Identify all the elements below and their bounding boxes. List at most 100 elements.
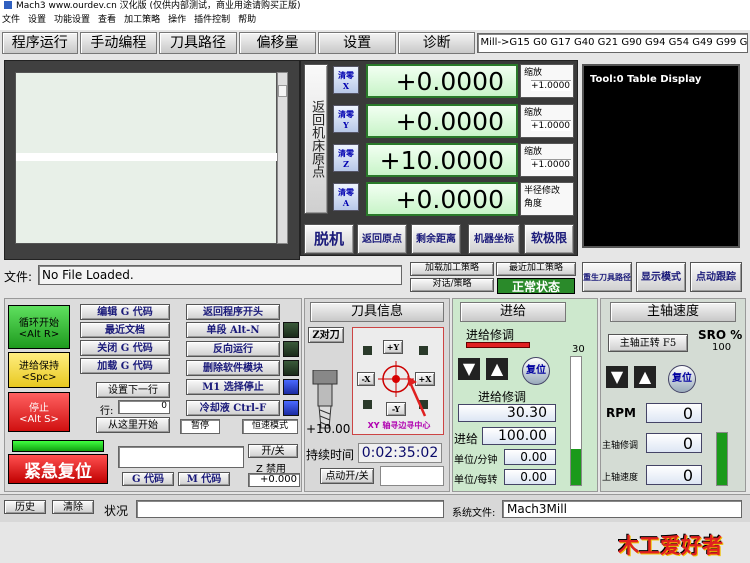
scroll-thumb[interactable] xyxy=(278,85,287,97)
feed-slider-fill xyxy=(571,449,581,485)
conversational-button[interactable]: 对话/策略 xyxy=(410,278,494,292)
spindle-override-value[interactable]: 0 xyxy=(646,433,702,453)
dro-y[interactable]: +0.0000 xyxy=(366,104,518,138)
recent-file-button[interactable]: 最近文档 xyxy=(80,322,170,338)
dro-z[interactable]: +10.0000 xyxy=(366,143,518,177)
feed-override-max: 30 xyxy=(572,344,585,355)
zero-z-button[interactable]: 清零 Z xyxy=(333,144,359,172)
tab-settings[interactable]: 设置 xyxy=(318,32,396,54)
menu-item-file[interactable]: 文件 xyxy=(2,13,20,27)
feed-slider[interactable] xyxy=(570,356,582,486)
menu-item-function-config[interactable]: 功能设置 xyxy=(54,13,90,27)
tab-mdi[interactable]: 手动编程 xyxy=(79,32,158,54)
minus-y-button[interactable]: -Y xyxy=(386,402,406,416)
gcode-scrollbar[interactable] xyxy=(277,72,288,244)
scale-label: 缩放 xyxy=(524,147,543,157)
emergency-reset-button[interactable]: 紧急复位 xyxy=(8,454,108,484)
spindle-speed-value[interactable]: 0 xyxy=(646,465,702,485)
status-label: 状况 xyxy=(104,504,129,518)
tab-toolpath[interactable]: 刀具路径 xyxy=(159,32,237,54)
reverse-run-button[interactable]: 反向运行 xyxy=(186,341,280,357)
line-label: 行: xyxy=(100,406,114,417)
run-from-here-button[interactable]: 从这里开始 xyxy=(96,417,170,433)
close-gcode-button[interactable]: 关闭 G 代码 xyxy=(80,340,170,356)
clear-button[interactable]: 清除 xyxy=(52,500,94,514)
line-number-field[interactable]: 0 xyxy=(118,400,170,414)
feed-down-button[interactable]: ▼ xyxy=(458,358,480,380)
stop-button[interactable]: 停止 <Alt S> xyxy=(8,392,70,432)
tool-display-text: Tool:0 Table Display xyxy=(590,74,702,85)
load-wizards-button[interactable]: 加载加工策略 xyxy=(410,262,494,276)
menu-item-wizards[interactable]: 加工策略 xyxy=(124,13,160,27)
tab-program-run[interactable]: 程序运行 xyxy=(2,32,78,54)
mcodes-button[interactable]: M 代码 xyxy=(178,472,230,486)
scale-z-panel: 缩放 +1.0000 xyxy=(520,143,574,177)
display-mode-button[interactable]: 显示模式 xyxy=(636,262,686,292)
cv-mode-indicator: 恒速模式 xyxy=(242,419,298,434)
spindle-up-button[interactable]: ▲ xyxy=(634,366,656,388)
zero-a-button[interactable]: 清零 A xyxy=(333,183,359,211)
file-label: 文件: xyxy=(4,270,33,284)
block-delete-button[interactable]: 删除软件模块 xyxy=(186,360,280,376)
minus-x-button[interactable]: -X xyxy=(357,372,375,386)
scale-z-value[interactable]: +1.0000 xyxy=(531,159,571,170)
spindle-down-button[interactable]: ▼ xyxy=(606,366,628,388)
arrow-annotation-icon xyxy=(407,376,427,417)
jog-toggle-button[interactable]: 点动开/关 xyxy=(320,468,374,484)
load-gcode-button[interactable]: 加载 G 代码 xyxy=(80,358,170,374)
menu-item-view[interactable]: 查看 xyxy=(98,13,116,27)
feed-hold-button[interactable]: 进给保持 <Spc> xyxy=(8,352,70,388)
reset-led-bar xyxy=(12,440,104,452)
scale-x-panel: 缩放 +1.0000 xyxy=(520,64,574,98)
spindle-cw-button[interactable]: 主轴正转 F5 xyxy=(608,334,688,352)
dist-to-go-button[interactable]: 剩余距离 xyxy=(411,224,461,254)
feed-override-value[interactable]: 30.30 xyxy=(458,404,556,422)
menu-item-operator[interactable]: 操作 xyxy=(168,13,186,27)
set-next-line-button[interactable]: 设置下一行 xyxy=(96,382,170,398)
rewind-button[interactable]: 返回程序开头 xyxy=(186,304,280,320)
flood-coolant-button[interactable]: 冷却液 Ctrl-F xyxy=(186,400,280,416)
offline-button[interactable]: 脱机 xyxy=(304,224,354,254)
z-touch-button[interactable]: Z对刀 xyxy=(308,327,344,343)
gcode-viewer[interactable] xyxy=(15,72,278,244)
scale-y-value[interactable]: +1.0000 xyxy=(531,120,571,131)
spindle-reset-button[interactable]: 复位 xyxy=(668,365,696,393)
regen-toolpath-button[interactable]: 重生刀具路径 xyxy=(582,262,632,292)
feed-up-button[interactable]: ▲ xyxy=(486,358,508,380)
z-tool-value: +10.00 xyxy=(306,422,351,436)
cycle-start-button[interactable]: 循环开始 <Alt R> xyxy=(8,305,70,349)
tab-diagnostics[interactable]: 诊断 xyxy=(397,32,476,54)
endmill-icon xyxy=(312,369,338,429)
dro-x[interactable]: +0.0000 xyxy=(366,64,518,98)
ref-all-home-button[interactable]: 返回机床原点 xyxy=(304,64,328,214)
machine-coords-button[interactable]: 机器坐标 xyxy=(468,224,520,254)
scale-label: 缩放 xyxy=(524,68,543,78)
units-per-rev-value: 0.00 xyxy=(504,469,556,485)
plus-y-button[interactable]: +Y xyxy=(383,340,403,354)
jog-follow-button[interactable]: 点动跟踪 xyxy=(690,262,742,292)
z-inhibit-value[interactable]: +0.000 xyxy=(248,473,300,487)
feed-override-label-2: 进给修调 xyxy=(478,390,527,404)
spindle-slider[interactable] xyxy=(716,432,728,486)
menu-item-plugins[interactable]: 插件控制 xyxy=(194,13,230,27)
soft-limits-button[interactable]: 软极限 xyxy=(524,224,574,254)
optional-stop-button[interactable]: M1 选择停止 xyxy=(186,379,280,395)
menu-item-config[interactable]: 设置 xyxy=(28,13,46,27)
dro-a[interactable]: +0.0000 xyxy=(366,182,518,216)
zero-y-button[interactable]: 清零 Y xyxy=(333,105,359,133)
last-wizard-button[interactable]: 最近加工策略 xyxy=(496,262,576,276)
tab-offsets[interactable]: 偏移量 xyxy=(238,32,317,54)
feed-rate-value[interactable]: 100.00 xyxy=(482,427,556,445)
menu-item-help[interactable]: 帮助 xyxy=(238,13,256,27)
scale-x-value[interactable]: +1.0000 xyxy=(531,80,571,91)
history-button[interactable]: 历史 xyxy=(4,500,46,514)
zero-label: 清零 xyxy=(338,69,354,80)
gcodes-button[interactable]: G 代码 xyxy=(122,472,174,486)
zero-x-button[interactable]: 清零 X xyxy=(333,66,359,94)
feed-reset-button[interactable]: 复位 xyxy=(522,357,550,385)
z-inhibit-toggle[interactable]: 开/关 xyxy=(248,444,298,458)
jog-led xyxy=(380,466,444,486)
single-block-button[interactable]: 单段 Alt-N xyxy=(186,322,280,338)
ref-home-button[interactable]: 返回原点 xyxy=(357,224,407,254)
edit-gcode-button[interactable]: 编辑 G 代码 xyxy=(80,304,170,320)
